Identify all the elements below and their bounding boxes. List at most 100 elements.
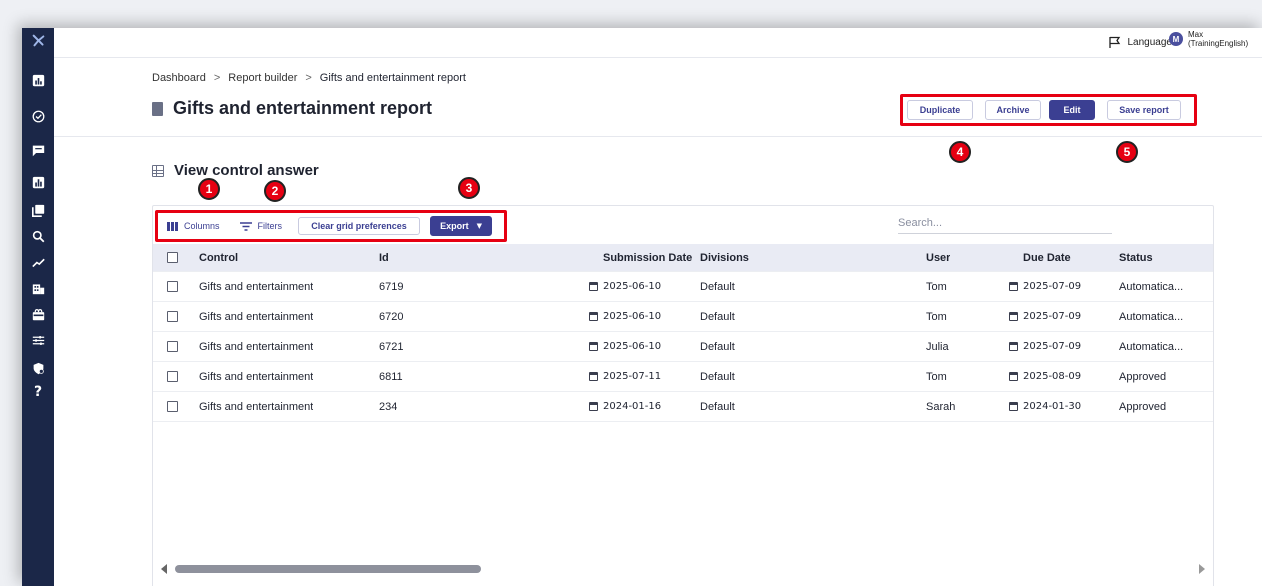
top-bar: Language M Max (TrainingEnglish) (54, 28, 1262, 58)
date-text: 2024-01-16 (603, 401, 662, 412)
check-icon[interactable] (30, 108, 46, 124)
table-row[interactable]: Gifts and entertainment 6720 2025-06-10 Def… (153, 302, 1213, 332)
date-text: 2025-07-11 (603, 371, 662, 382)
cell-submission-date: 2025-07-11 (589, 362, 661, 391)
help-icon[interactable]: ? (30, 384, 46, 400)
filters-button[interactable]: Filters (239, 221, 282, 231)
col-status[interactable]: Status (1119, 244, 1153, 271)
col-id[interactable]: Id (379, 244, 389, 271)
search-icon[interactable] (30, 228, 46, 244)
row-checkbox[interactable] (167, 362, 178, 391)
date-text: 2025-07-09 (1023, 281, 1082, 292)
col-user[interactable]: User (926, 244, 950, 271)
user-name: Max (TrainingEnglish) (1188, 30, 1249, 48)
export-button[interactable]: Export ▼ (430, 216, 493, 236)
cell-control: Gifts and entertainment (199, 340, 314, 353)
cell-control: Gifts and entertainment (199, 370, 314, 383)
flag-icon (1108, 36, 1120, 48)
search-input[interactable]: Search... (898, 212, 1112, 234)
cell-user: Sarah (926, 400, 956, 413)
building-icon[interactable] (30, 280, 46, 296)
edit-button[interactable]: Edit (1049, 100, 1095, 120)
table-row[interactable]: Gifts and entertainment 6719 2025-06-10 Def… (153, 272, 1213, 302)
breadcrumb-report-builder[interactable]: Report builder (228, 72, 297, 84)
report-actions: Duplicate Archive Edit Save report (900, 94, 1197, 126)
cell-id: 6721 (379, 340, 404, 353)
breadcrumb-separator: > (305, 72, 312, 84)
select-all-checkbox[interactable] (167, 244, 178, 271)
filter-icon (239, 221, 252, 231)
breadcrumb-current: Gifts and entertainment report (319, 72, 466, 84)
callout-1: 1 (198, 178, 220, 200)
report-icon[interactable] (30, 174, 46, 190)
cell-control: Gifts and entertainment (199, 400, 314, 413)
settings-icon[interactable] (30, 332, 46, 348)
cell-user: Tom (926, 370, 947, 383)
avatar: M (1169, 32, 1183, 46)
columns-button[interactable]: Columns (167, 221, 220, 231)
chevron-down-icon: ▼ (476, 222, 482, 230)
breadcrumb-separator: > (213, 72, 221, 84)
columns-label: Columns (184, 221, 220, 231)
save-report-button[interactable]: Save report (1107, 100, 1181, 120)
row-checkbox[interactable] (167, 272, 178, 301)
cell-control: Gifts and entertainment (199, 310, 314, 323)
calendar-icon (1009, 402, 1018, 411)
scroll-right-icon[interactable] (1199, 564, 1205, 574)
col-due-date[interactable]: Due Date (1023, 244, 1071, 271)
date-text: 2025-06-10 (603, 311, 662, 322)
callout-2: 2 (264, 180, 286, 202)
cell-divisions: Default (700, 310, 735, 323)
table-row[interactable]: Gifts and entertainment 6811 2025-07-11 Def… (153, 362, 1213, 392)
row-checkbox[interactable] (167, 302, 178, 331)
gift-icon[interactable] (30, 306, 46, 322)
calendar-icon (589, 282, 598, 291)
date-text: 2025-07-09 (1023, 311, 1082, 322)
cell-status: Approved (1119, 370, 1167, 383)
data-grid: Columns Filters Clear grid preferences E… (152, 205, 1214, 586)
col-submission-date[interactable]: Submission Date (603, 244, 692, 271)
table-row[interactable]: Gifts and entertainment 234 2024-01-16 Defa… (153, 392, 1213, 422)
clear-grid-preferences-button[interactable]: Clear grid preferences (298, 217, 421, 235)
calendar-icon (1009, 372, 1018, 381)
horizontal-scrollbar[interactable] (161, 564, 1205, 574)
trend-icon[interactable] (30, 254, 46, 270)
cell-divisions: Default (700, 400, 735, 413)
page-title-text: Gifts and entertainment report (173, 98, 433, 118)
archive-button[interactable]: Archive (985, 100, 1041, 120)
col-control[interactable]: Control (199, 244, 238, 271)
language-selector[interactable]: Language (1108, 36, 1173, 49)
calendar-icon (1009, 312, 1018, 321)
library-icon[interactable] (30, 202, 46, 218)
col-divisions[interactable]: Divisions (700, 244, 749, 271)
date-text: 2025-06-10 (603, 341, 662, 352)
cell-user: Julia (926, 340, 949, 353)
cell-status: Automatica... (1119, 310, 1184, 323)
calendar-icon (589, 372, 598, 381)
cell-submission-date: 2025-06-10 (589, 302, 661, 331)
row-checkbox[interactable] (167, 332, 178, 361)
scroll-left-icon[interactable] (161, 564, 167, 574)
shield-icon[interactable] (30, 360, 46, 376)
results-table: Control Id Submission Date Divisions Use… (153, 244, 1213, 422)
dashboard-icon[interactable] (30, 72, 46, 88)
breadcrumb-dashboard[interactable]: Dashboard (152, 72, 206, 84)
cell-due-date: 2024-01-30 (1009, 392, 1081, 421)
logo-icon[interactable] (30, 32, 46, 48)
cell-divisions: Default (700, 370, 735, 383)
scrollbar-thumb[interactable] (175, 565, 481, 573)
row-checkbox[interactable] (167, 392, 178, 421)
callout-4: 4 (949, 141, 971, 163)
grid-toolbar: Columns Filters Clear grid preferences E… (155, 210, 507, 242)
table-row[interactable]: Gifts and entertainment 6721 2025-06-10 Def… (153, 332, 1213, 362)
callout-5: 5 (1116, 141, 1138, 163)
cell-control: Gifts and entertainment (199, 280, 314, 293)
user-menu[interactable]: M Max (TrainingEnglish) (1169, 30, 1260, 48)
cell-divisions: Default (700, 280, 735, 293)
cell-user: Tom (926, 310, 947, 323)
cell-due-date: 2025-07-09 (1009, 272, 1081, 301)
duplicate-button[interactable]: Duplicate (907, 100, 973, 120)
language-label: Language (1127, 37, 1173, 48)
chat-icon[interactable] (30, 142, 46, 158)
cell-due-date: 2025-07-09 (1009, 332, 1081, 361)
